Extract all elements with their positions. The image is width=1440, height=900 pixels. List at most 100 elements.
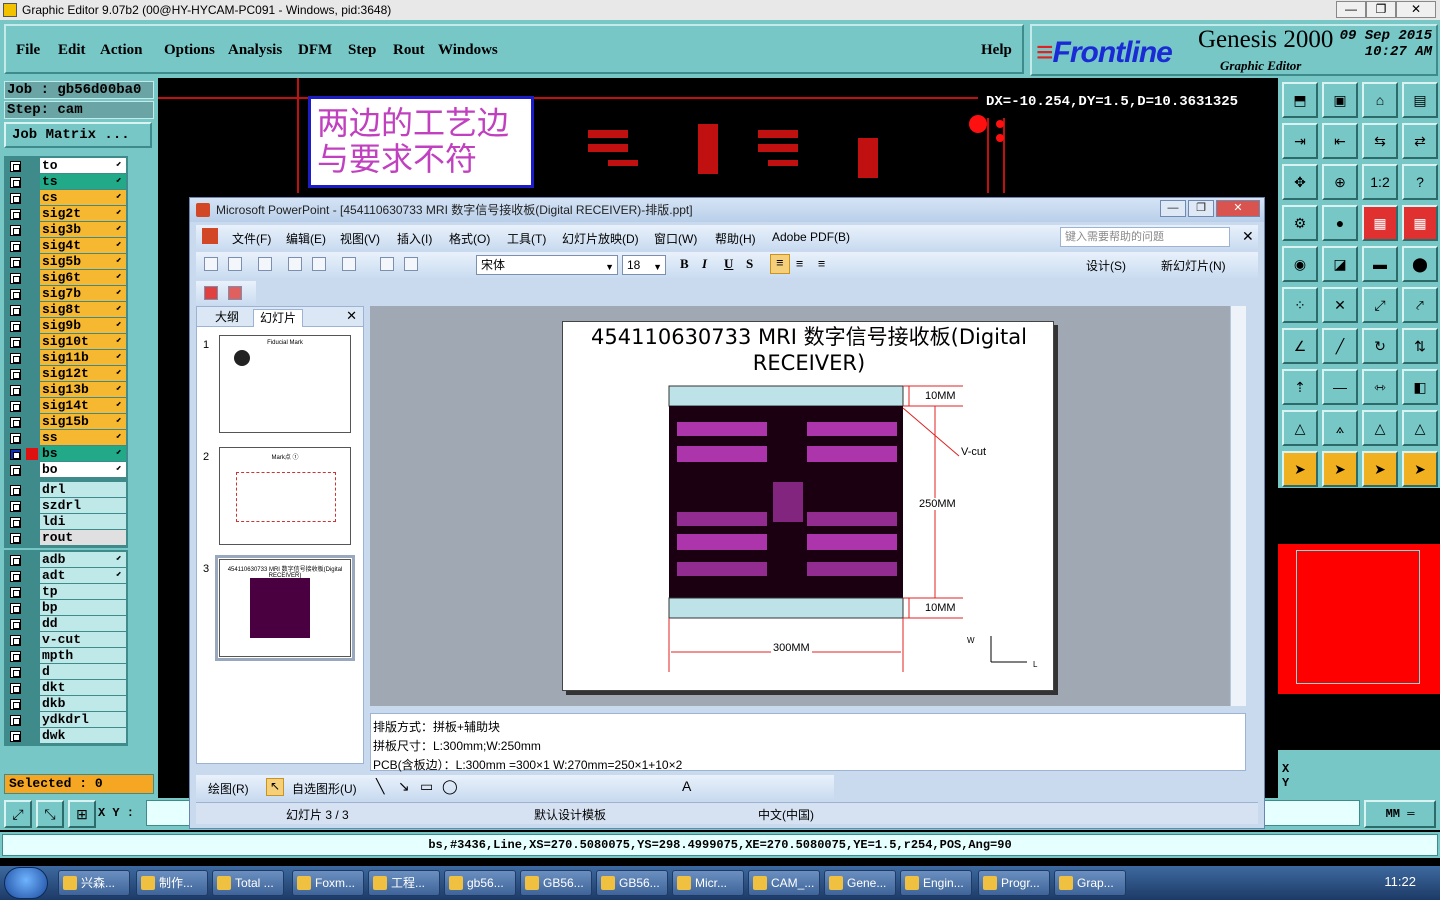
layer-checkbox[interactable] [10, 161, 21, 172]
open-doc-icon[interactable] [228, 257, 242, 271]
layer-row[interactable]: szdrl [6, 498, 126, 514]
bold-button[interactable]: B [680, 256, 689, 272]
net-icon[interactable]: ⁘ [1282, 287, 1318, 323]
taskbar-button[interactable]: 制作... [136, 870, 208, 896]
layer-name[interactable]: adb ⬋ [40, 552, 126, 568]
layer-checkbox[interactable] [10, 485, 21, 496]
layer-row[interactable]: dkt [6, 680, 126, 696]
layer-row[interactable]: sig6t ⬋ [6, 270, 126, 286]
layer-row[interactable]: bs ⬋ [6, 446, 126, 462]
ppt-minimize-button[interactable]: — [1160, 200, 1186, 217]
layer-name[interactable]: sig10t ⬋ [40, 334, 126, 350]
ppt-menu-format[interactable]: 格式(O) [449, 230, 490, 247]
layer-row[interactable]: sig9b ⬋ [6, 318, 126, 334]
layer-row[interactable]: sig12t ⬋ [6, 366, 126, 382]
layer-checkbox[interactable] [10, 715, 21, 726]
pane-close-icon[interactable]: ✕ [346, 308, 357, 324]
layer-row[interactable]: ts ⬋ [6, 174, 126, 190]
layer-row[interactable]: sig4t ⬋ [6, 238, 126, 254]
pointer-icon[interactable]: ➤ [1282, 451, 1318, 487]
ppt-menu-adobe-pdf[interactable]: Adobe PDF(B) [772, 230, 850, 244]
layer-checkbox[interactable] [10, 501, 21, 512]
layer-name[interactable]: dwk [40, 728, 126, 744]
layer-row[interactable]: drl [6, 482, 126, 498]
line-tool-icon[interactable]: ╲ [376, 778, 384, 795]
dimension-icon[interactable]: ⇡ [1282, 369, 1318, 405]
layer-checkbox[interactable] [10, 571, 21, 582]
pdf-email-icon[interactable] [228, 286, 242, 300]
home-icon[interactable]: ⌂ [1362, 82, 1398, 118]
start-button[interactable] [4, 867, 48, 899]
ppt-close-button[interactable]: ✕ [1216, 200, 1260, 217]
ppt-menu-insert[interactable]: 插入(I) [397, 230, 432, 247]
chart-icon[interactable] [380, 257, 394, 271]
menu-options[interactable]: Options [164, 42, 215, 59]
taskbar-button[interactable]: Foxm... [292, 870, 364, 896]
layer-checkbox[interactable] [10, 401, 21, 412]
target-icon[interactable]: ⊕ [1322, 164, 1358, 200]
layer-row[interactable]: cs ⬋ [6, 190, 126, 206]
layer-checkbox[interactable] [10, 305, 21, 316]
import-icon[interactable]: ⇥ [1282, 123, 1318, 159]
layer-compare-icon[interactable]: ▦ [1402, 205, 1438, 241]
text-icon[interactable]: ⇅ [1402, 328, 1438, 364]
grid-measure-icon[interactable]: ⇿ [1362, 369, 1398, 405]
menu-step[interactable]: Step [348, 42, 376, 59]
layer-checkbox[interactable] [10, 465, 21, 476]
layer-checkbox[interactable] [10, 517, 21, 528]
layer-icon[interactable]: ▦ [1362, 205, 1398, 241]
layer-row[interactable]: dkb [6, 696, 126, 712]
print-icon[interactable] [258, 257, 272, 271]
layer-name[interactable]: v-cut [40, 632, 126, 648]
poly-icon[interactable]: ◪ [1322, 246, 1358, 282]
route-icon[interactable]: ⤤ [1402, 287, 1438, 323]
font-name-select[interactable]: 宋体 ▼ [476, 255, 618, 275]
slide-editor[interactable]: 454110630733 MRI 数字信号接收板(Digital RECEIVE… [370, 306, 1246, 706]
ppt-menu-help[interactable]: 帮助(H) [715, 230, 756, 247]
autoshapes-menu[interactable]: 自选图形(U) [292, 780, 357, 797]
layer-name[interactable]: szdrl [40, 498, 126, 514]
layer-name[interactable]: tp [40, 584, 126, 600]
angle-icon[interactable]: ∠ [1282, 328, 1318, 364]
layer-checkbox[interactable] [10, 273, 21, 284]
triangle-blue-icon[interactable]: △ [1402, 410, 1438, 446]
tab-slides[interactable]: 幻灯片 [253, 309, 304, 327]
taskbar-button[interactable]: 工程... [368, 870, 440, 896]
triangle-red-icon[interactable]: △ [1362, 410, 1398, 446]
layer-name[interactable]: sig4t ⬋ [40, 238, 126, 254]
layer-checkbox[interactable] [10, 667, 21, 678]
flip-icon[interactable]: ⇆ [1362, 123, 1398, 159]
move-icon[interactable]: ✥ [1282, 164, 1318, 200]
table-icon[interactable] [404, 257, 418, 271]
layer-row[interactable]: sig5b ⬋ [6, 254, 126, 270]
layer-checkbox[interactable] [10, 651, 21, 662]
help-icon[interactable]: ? [1402, 164, 1438, 200]
layer-checkbox[interactable] [10, 449, 21, 460]
pointer-net-icon[interactable]: ➤ [1402, 451, 1438, 487]
ppt-menu-edit[interactable]: 编辑(E) [286, 230, 326, 247]
open-icon[interactable]: ⬒ [1282, 82, 1318, 118]
ppt-doc-close-icon[interactable]: ✕ [1242, 228, 1254, 245]
taskbar-button[interactable]: Gene... [824, 870, 896, 896]
layer-checkbox[interactable] [10, 241, 21, 252]
menu-rout[interactable]: Rout [393, 42, 425, 59]
copy-icon[interactable]: ◧ [1402, 369, 1438, 405]
font-size-select[interactable]: 18 ▼ [622, 255, 666, 275]
layer-checkbox[interactable] [10, 683, 21, 694]
minimize-button[interactable]: — [1336, 1, 1366, 18]
ppt-menu-tools[interactable]: 工具(T) [507, 230, 546, 247]
layer-checkbox[interactable] [10, 533, 21, 544]
layer-row[interactable]: bp [6, 600, 126, 616]
arrow-tool-icon[interactable]: ↘ [398, 778, 410, 795]
ppt-menu-slideshow[interactable]: 幻灯片放映(D) [562, 230, 639, 247]
align-left-button[interactable]: ≡ [770, 254, 790, 274]
layer-row[interactable]: sig3b ⬋ [6, 222, 126, 238]
measure-icon[interactable]: ⚙ [1282, 205, 1318, 241]
layer-row[interactable]: sig15b ⬋ [6, 414, 126, 430]
layer-checkbox[interactable] [10, 555, 21, 566]
layer-name[interactable]: cs ⬋ [40, 190, 126, 206]
layer-checkbox[interactable] [10, 417, 21, 428]
layer-row[interactable]: sig8t ⬋ [6, 302, 126, 318]
job-matrix-button[interactable]: Job Matrix ... [4, 122, 152, 148]
layer-row[interactable]: sig10t ⬋ [6, 334, 126, 350]
